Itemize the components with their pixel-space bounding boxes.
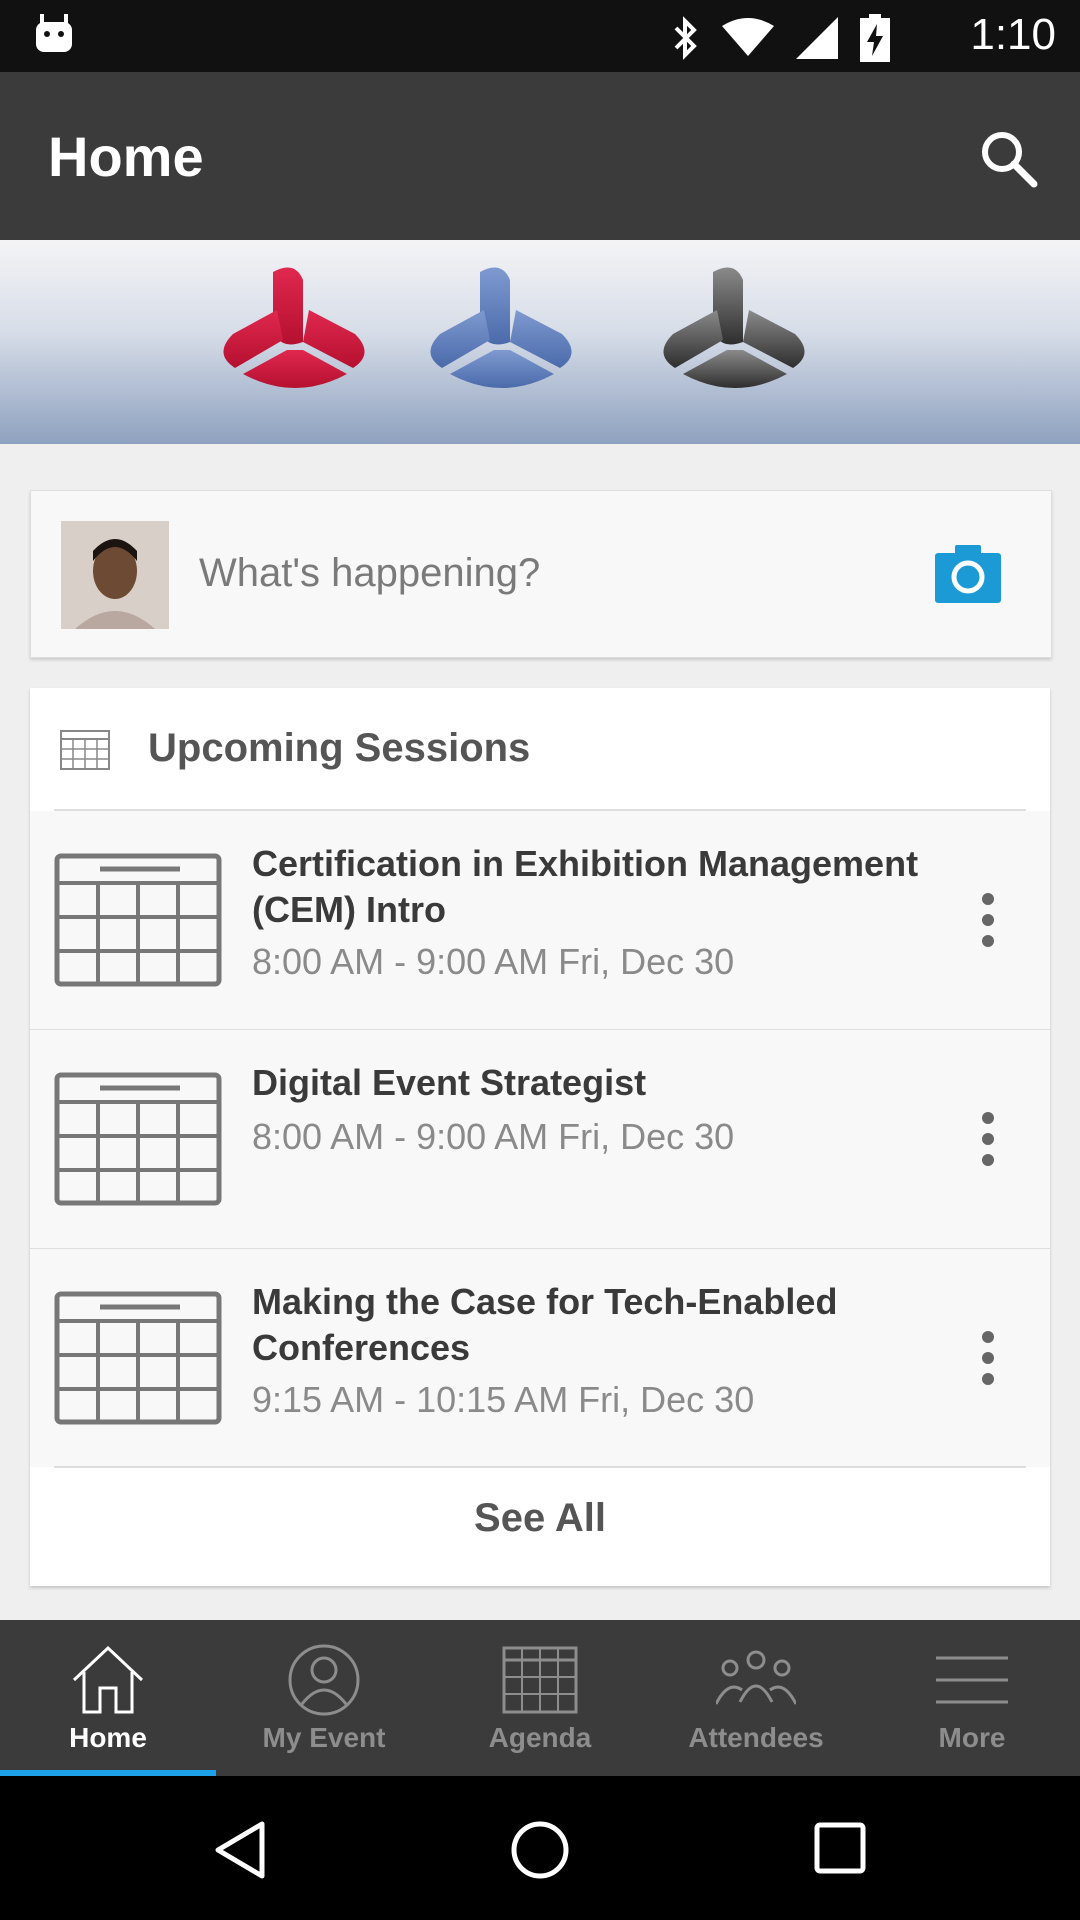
event-banner [0, 240, 1080, 444]
page-title: Home [48, 125, 204, 188]
clock: 1:10 [970, 10, 1056, 59]
battery-charging-icon [860, 14, 890, 62]
person-icon [288, 1644, 360, 1716]
nav-my-event[interactable]: My Event [216, 1620, 432, 1776]
calendar-grid-icon [60, 730, 110, 770]
people-icon [716, 1650, 796, 1705]
upcoming-sessions-card: Upcoming Sessions Certification in Exhib… [30, 688, 1050, 1586]
bottom-navigation: Home My Event Agenda Attendees More [0, 1620, 1080, 1776]
search-icon[interactable] [976, 126, 1040, 190]
more-options-icon[interactable] [980, 1110, 996, 1168]
more-options-icon[interactable] [980, 1329, 996, 1387]
session-calendar-icon [54, 853, 222, 987]
see-all-button[interactable]: See All [30, 1468, 1050, 1568]
session-title: Making the Case for Tech-Enabled Confere… [252, 1281, 838, 1368]
session-row[interactable]: Making the Case for Tech-Enabled Confere… [30, 1249, 1050, 1467]
camera-icon[interactable] [935, 541, 1001, 603]
session-time: 8:00 AM - 9:00 AM Fri, Dec 30 [252, 941, 735, 982]
session-row[interactable]: Certification in Exhibition Management (… [30, 811, 1050, 1031]
session-time: 9:15 AM - 10:15 AM Fri, Dec 30 [252, 1379, 755, 1420]
nav-more[interactable]: More [864, 1620, 1080, 1776]
home-circle-icon[interactable] [510, 1820, 570, 1880]
android-notification-icon [36, 14, 72, 52]
app-bar: Home [0, 72, 1080, 240]
session-row[interactable]: Digital Event Strategist 8:00 AM - 9:00 … [30, 1030, 1050, 1250]
session-calendar-icon [54, 1072, 222, 1206]
nav-agenda[interactable]: Agenda [432, 1620, 648, 1776]
system-navigation-bar [0, 1776, 1080, 1920]
upcoming-sessions-header: Upcoming Sessions [30, 688, 1050, 810]
session-time: 8:00 AM - 9:00 AM Fri, Dec 30 [252, 1116, 735, 1157]
recents-icon[interactable] [814, 1820, 866, 1876]
signal-icon [796, 17, 838, 59]
session-title: Certification in Exhibition Management (… [252, 843, 919, 930]
home-icon [72, 1645, 144, 1714]
status-bar: 1:10 [0, 0, 1080, 72]
more-options-icon[interactable] [980, 891, 996, 949]
post-composer[interactable]: What's happening? [30, 490, 1052, 658]
section-title: Upcoming Sessions [148, 726, 531, 770]
event-logo [223, 267, 805, 388]
bluetooth-icon [674, 16, 697, 60]
nav-label: More [938, 1722, 1006, 1753]
calendar-icon [502, 1646, 578, 1714]
avatar[interactable] [61, 521, 169, 629]
back-icon[interactable] [212, 1820, 268, 1880]
whats-happening-input[interactable]: What's happening? [199, 551, 540, 596]
nav-label: Home [69, 1722, 147, 1753]
nav-home[interactable]: Home [0, 1620, 216, 1776]
wifi-icon [722, 18, 774, 56]
nav-attendees[interactable]: Attendees [648, 1620, 864, 1776]
nav-label: Attendees [688, 1722, 824, 1753]
nav-label: My Event [262, 1722, 386, 1753]
session-calendar-icon [54, 1291, 222, 1425]
menu-icon [936, 1656, 1008, 1704]
session-title: Digital Event Strategist [252, 1062, 647, 1103]
nav-label: Agenda [488, 1722, 592, 1753]
